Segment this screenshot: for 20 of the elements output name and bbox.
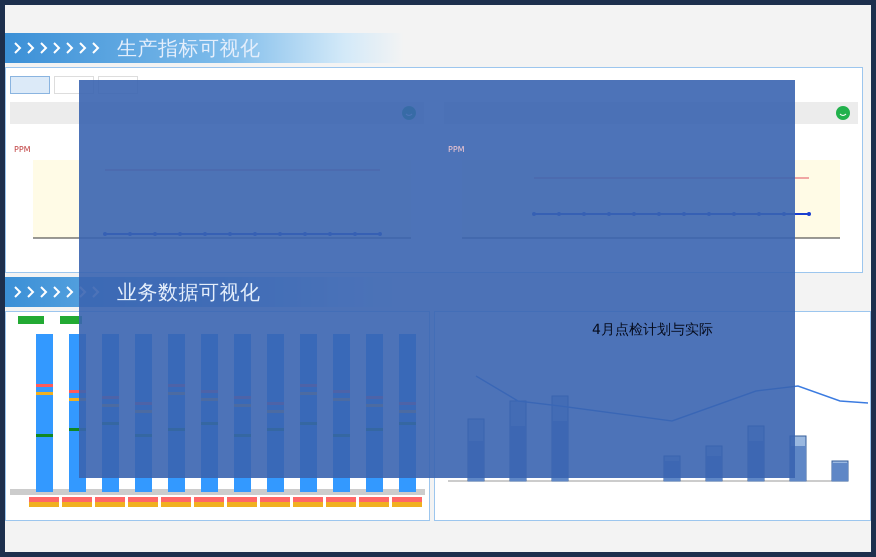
section-title: 生产指标可视化 — [117, 35, 260, 62]
axis-label: PPM — [448, 144, 465, 156]
chart-title: 4月点检计划与实际 — [592, 321, 713, 340]
status-label-cell — [128, 497, 158, 507]
status-label-cell — [227, 497, 257, 507]
axis-label: PPM — [14, 144, 31, 156]
status-label-cell — [293, 497, 323, 507]
status-label-cell — [62, 497, 92, 507]
smiley-icon — [836, 106, 850, 120]
status-label-cell — [359, 497, 389, 507]
section-title: 业务数据可视化 — [117, 279, 260, 306]
status-label-cell — [194, 497, 224, 507]
filter-button[interactable] — [18, 316, 44, 324]
status-label-cell — [260, 497, 290, 507]
status-label-cell — [95, 497, 125, 507]
status-label-cell — [392, 497, 422, 507]
status-label-cell — [326, 497, 356, 507]
bar — [831, 460, 848, 482]
status-label-cell — [29, 497, 59, 507]
status-label-cell — [161, 497, 191, 507]
